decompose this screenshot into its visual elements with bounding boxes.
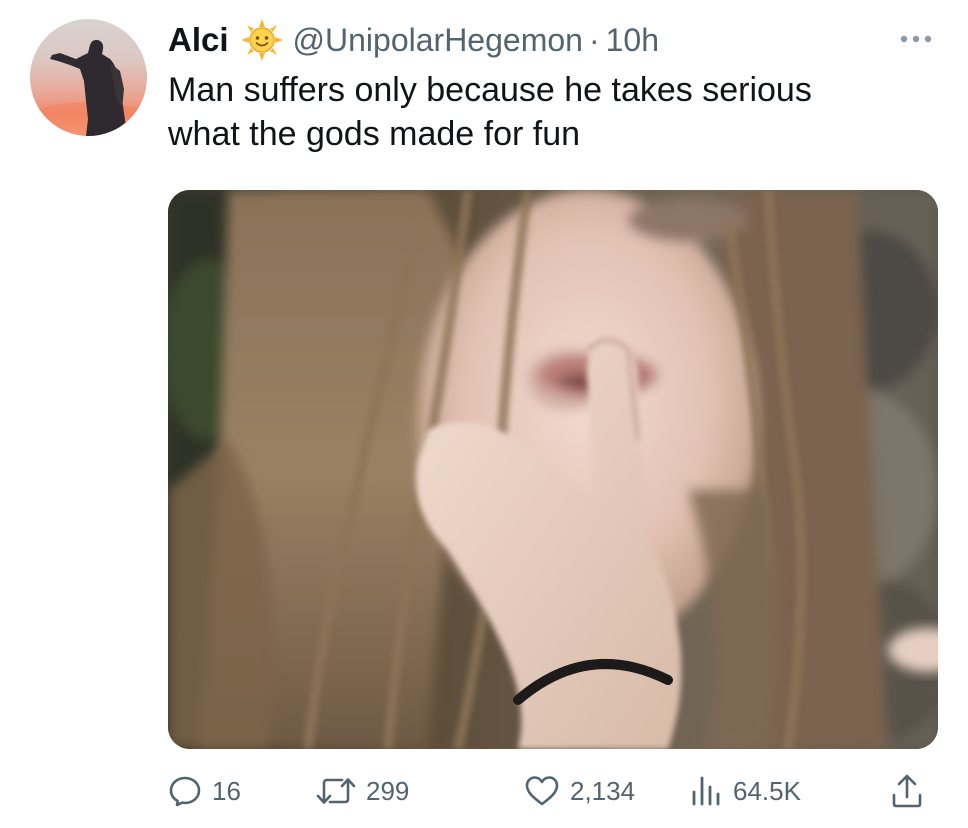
reply-button[interactable]: 16	[168, 766, 241, 816]
reply-icon	[168, 774, 202, 808]
tweet-action-bar: 16 299 2,134 64.5K	[168, 766, 938, 816]
display-name[interactable]: Alci	[168, 21, 229, 59]
avatar[interactable]	[30, 19, 147, 136]
separator-dot: ·	[588, 21, 600, 58]
like-count: 2,134	[570, 775, 636, 806]
repost-icon	[316, 774, 356, 808]
reply-count: 16	[212, 775, 241, 806]
tweet-timestamp[interactable]: 10h	[606, 22, 659, 59]
tweet[interactable]: Alci @UnipolarHegemon · 10h Man suffers …	[0, 0, 968, 828]
photo-woman-hand-on-mouth	[168, 190, 938, 749]
more-horizontal-icon[interactable]	[894, 22, 938, 56]
repost-count: 299	[366, 775, 410, 806]
share-button[interactable]	[890, 766, 924, 816]
views-button[interactable]: 64.5K	[689, 766, 801, 816]
sun-with-face-emoji-icon	[240, 19, 283, 61]
views-count: 64.5K	[733, 775, 801, 806]
heart-icon	[524, 774, 560, 808]
views-bar-chart-icon	[689, 774, 723, 808]
statue-silhouette-icon	[30, 39, 147, 136]
tweet-text: Man suffers only because he takes seriou…	[168, 71, 812, 153]
repost-button[interactable]: 299	[316, 766, 409, 816]
tweet-media-image[interactable]	[168, 190, 938, 749]
tweet-header: Alci @UnipolarHegemon · 10h	[168, 14, 938, 66]
user-handle[interactable]: @UnipolarHegemon	[293, 22, 583, 59]
like-button[interactable]: 2,134	[524, 766, 635, 816]
share-icon	[890, 773, 924, 809]
